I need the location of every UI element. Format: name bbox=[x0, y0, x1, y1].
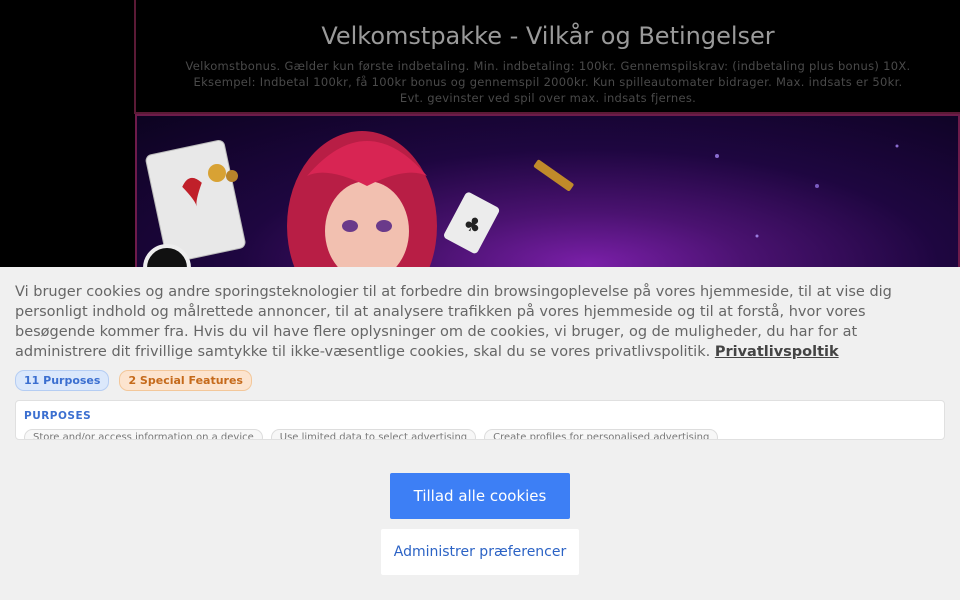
purposes-box: PURPOSES Store and/or access information… bbox=[15, 400, 945, 440]
purpose-chip[interactable]: Store and/or access information on a dev… bbox=[24, 429, 263, 439]
hero-illustration: ♣ bbox=[143, 131, 899, 272]
terms-line: Eksempel: Indbetal 100kr, få 100kr bonus… bbox=[193, 75, 903, 89]
gold-coin-icon bbox=[208, 164, 226, 182]
privacy-policy-link[interactable]: Privatlivspoltik bbox=[715, 344, 839, 360]
flying-card-icon: ♣ bbox=[443, 192, 500, 254]
terms-banner: Velkomstpakke - Vilkår og Betingelser Ve… bbox=[134, 0, 960, 114]
manage-preferences-button[interactable]: Administrer præferencer bbox=[381, 529, 579, 575]
character-illustration bbox=[287, 131, 437, 272]
gold-coin-icon bbox=[226, 170, 238, 182]
terms-text: Velkomstbonus. Gælder kun første indbeta… bbox=[156, 58, 940, 106]
purpose-chip[interactable]: Use limited data to select advertising bbox=[270, 429, 477, 439]
gold-bar-icon bbox=[533, 159, 574, 191]
accept-all-cookies-button[interactable]: Tillad alle cookies bbox=[390, 473, 570, 519]
purposes-badge[interactable]: 11 Purposes bbox=[15, 370, 110, 391]
hero-banner[interactable]: ♣ bbox=[135, 114, 960, 274]
purpose-chips: Store and/or access information on a dev… bbox=[24, 429, 719, 439]
cookie-consent-panel: Vi bruger cookies og andre sporingstekno… bbox=[0, 267, 960, 600]
consent-badges: 11 Purposes 2 Special Features bbox=[15, 370, 945, 391]
terms-line: Evt. gevinster ved spil over max. indsat… bbox=[399, 91, 697, 105]
cookie-consent-text: Vi bruger cookies og andre sporingstekno… bbox=[15, 282, 945, 362]
playing-card-icon bbox=[145, 139, 246, 263]
terms-line: Velkomstbonus. Gælder kun første indbeta… bbox=[185, 59, 911, 73]
purpose-chip[interactable]: Create profiles for personalised adverti… bbox=[484, 429, 719, 439]
purposes-heading: PURPOSES bbox=[24, 410, 92, 422]
terms-title: Velkomstpakke - Vilkår og Betingelser bbox=[321, 22, 775, 50]
special-features-badge[interactable]: 2 Special Features bbox=[119, 370, 252, 391]
